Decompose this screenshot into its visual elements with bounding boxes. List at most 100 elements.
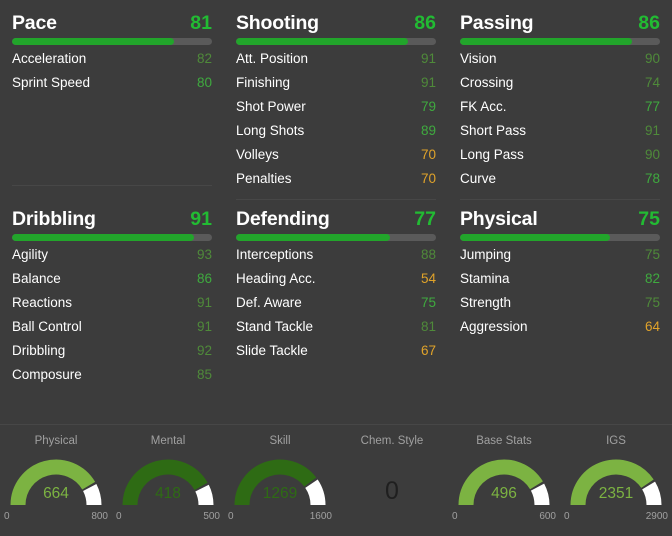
attribute-label: Jumping (460, 247, 512, 262)
attribute-list: Interceptions 88 Heading Acc. 54 Def. Aware 7… (236, 247, 436, 367)
gauge-min-label: 0 (228, 511, 234, 522)
group-rating: 77 (414, 208, 436, 230)
group-rating-bar-fill (12, 234, 194, 241)
attribute-label: Slide Tackle (236, 343, 308, 358)
stat-group-physical: Physical 75 Jumping 75 Stamina 82 Strength 75 Ag… (448, 202, 672, 391)
attribute-label: Balance (12, 271, 61, 286)
gauge-skill-total: Skill 1269 0 1600 (224, 425, 336, 536)
gauge-axis: 0 2900 (564, 511, 668, 525)
gauge-igs-total: IGS 2351 0 2900 (560, 425, 672, 536)
gauge-value: 2351 (598, 485, 634, 502)
attribute-row: Acceleration 82 (12, 51, 212, 75)
gauge-axis: 0 600 (452, 511, 556, 525)
attribute-label: Long Shots (236, 123, 305, 138)
stat-group-dribbling: Dribbling 91 Agility 93 Balance 86 Reactions 91… (0, 202, 224, 391)
group-rating-bar-fill (12, 38, 174, 45)
stat-group-shooting: Shooting 86 Att. Position 91 Finishing 91 Shot… (224, 6, 448, 202)
attribute-value: 90 (644, 147, 660, 162)
attribute-value: 88 (420, 247, 436, 262)
attribute-value: 91 (420, 75, 436, 90)
attribute-value: 70 (420, 147, 436, 162)
group-rating: 91 (190, 208, 212, 230)
totals-gauge-section: Physical 664 0 800 Mental 418 0 500 Skill 1269 0 16… (0, 424, 672, 536)
gauge-arc: 1269 (228, 449, 332, 511)
group-header: Passing 86 (460, 12, 660, 38)
attribute-label: Dribbling (12, 343, 66, 358)
attribute-label: Agility (12, 247, 49, 262)
gauge-axis: 0 500 (116, 511, 220, 525)
attribute-row: Ball Control 91 (12, 319, 212, 343)
attribute-value: 90 (644, 51, 660, 66)
attribute-value: 79 (420, 99, 436, 114)
group-rating-bar-fill (236, 38, 408, 45)
gauge-mental-total: Mental 418 0 500 (112, 425, 224, 536)
attribute-row: Heading Acc. 54 (236, 271, 436, 295)
attribute-list: Agility 93 Balance 86 Reactions 91 Ball Contro… (12, 247, 212, 391)
attribute-row: Stand Tackle 81 (236, 319, 436, 343)
group-rating: 86 (414, 12, 436, 34)
group-title: Defending (236, 208, 330, 230)
group-header: Defending 77 (236, 208, 436, 234)
attribute-row: Reactions 91 (12, 295, 212, 319)
gauge-value: 496 (491, 485, 517, 502)
attribute-value: 77 (644, 99, 660, 114)
attribute-value: 75 (644, 247, 660, 262)
attribute-label: Finishing (236, 75, 291, 90)
chem-style-value: 0 (385, 477, 399, 505)
attribute-value: 91 (196, 319, 212, 334)
group-rating-bar (12, 234, 212, 241)
group-title: Passing (460, 12, 534, 34)
attribute-row: Jumping 75 (460, 247, 660, 271)
gauge-chem-style: Chem. Style 0 (336, 425, 448, 536)
attribute-list: Acceleration 82 Sprint Speed 80 (12, 51, 212, 99)
attribute-value: 70 (420, 171, 436, 186)
row-divider (460, 199, 660, 200)
attribute-value: 82 (644, 271, 660, 286)
group-rating: 75 (638, 208, 660, 230)
gauge-value: 1269 (262, 485, 298, 502)
group-rating-bar (236, 38, 436, 45)
attribute-label: Curve (460, 171, 497, 186)
attribute-row: Def. Aware 75 (236, 295, 436, 319)
group-title: Physical (460, 208, 538, 230)
gauge-max-label: 1600 (309, 511, 332, 522)
group-rating-bar-fill (460, 38, 632, 45)
gauge-max-label: 600 (539, 511, 556, 522)
attribute-row: Curve 78 (460, 171, 660, 195)
attribute-row: Stamina 82 (460, 271, 660, 295)
gauge-physical-total: Physical 664 0 800 (0, 425, 112, 536)
gauge-label: Mental (150, 435, 186, 447)
attribute-groups-grid: Pace 81 Acceleration 82 Sprint Speed 80 Shooti… (0, 0, 672, 391)
gauge-min-label: 0 (452, 511, 458, 522)
attribute-value: 89 (420, 123, 436, 138)
stat-group-pace: Pace 81 Acceleration 82 Sprint Speed 80 (0, 6, 224, 202)
row-divider (236, 199, 436, 200)
attribute-value: 67 (420, 343, 436, 358)
attribute-row: Slide Tackle 67 (236, 343, 436, 367)
gauge-max-label: 500 (203, 511, 220, 522)
attribute-value: 75 (420, 295, 436, 310)
gauge-axis: 0 1600 (228, 511, 332, 525)
attribute-row: Att. Position 91 (236, 51, 436, 75)
attribute-label: Vision (460, 51, 497, 66)
attribute-label: Att. Position (236, 51, 309, 66)
gauge-label: Chem. Style (360, 435, 424, 447)
gauge-min-label: 0 (4, 511, 10, 522)
attribute-row: Penalties 70 (236, 171, 436, 195)
group-rating-bar-fill (460, 234, 610, 241)
attribute-value: 64 (644, 319, 660, 334)
attribute-row: Strength 75 (460, 295, 660, 319)
attribute-row: Long Shots 89 (236, 123, 436, 147)
gauge-min-label: 0 (116, 511, 122, 522)
player-stats-panel: { "colors": { "background": "#3c3c3c", "… (0, 0, 672, 535)
attribute-label: Ball Control (12, 319, 82, 334)
attribute-value: 81 (420, 319, 436, 334)
attribute-row: Volleys 70 (236, 147, 436, 171)
attribute-row: Shot Power 79 (236, 99, 436, 123)
attribute-value: 92 (196, 343, 212, 358)
attribute-label: Composure (12, 367, 82, 382)
gauge-min-label: 0 (564, 511, 570, 522)
attribute-row: Short Pass 91 (460, 123, 660, 147)
attribute-label: Penalties (236, 171, 292, 186)
attribute-list: Att. Position 91 Finishing 91 Shot Power 79 Lo… (236, 51, 436, 195)
